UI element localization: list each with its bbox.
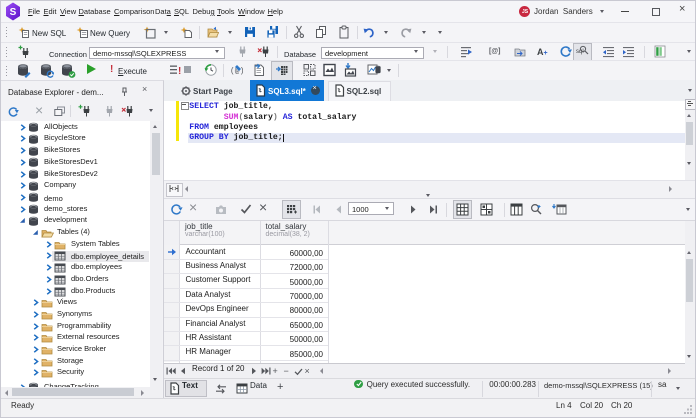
svg-text:!: ! [178, 66, 181, 76]
svg-text:S: S [10, 7, 17, 18]
